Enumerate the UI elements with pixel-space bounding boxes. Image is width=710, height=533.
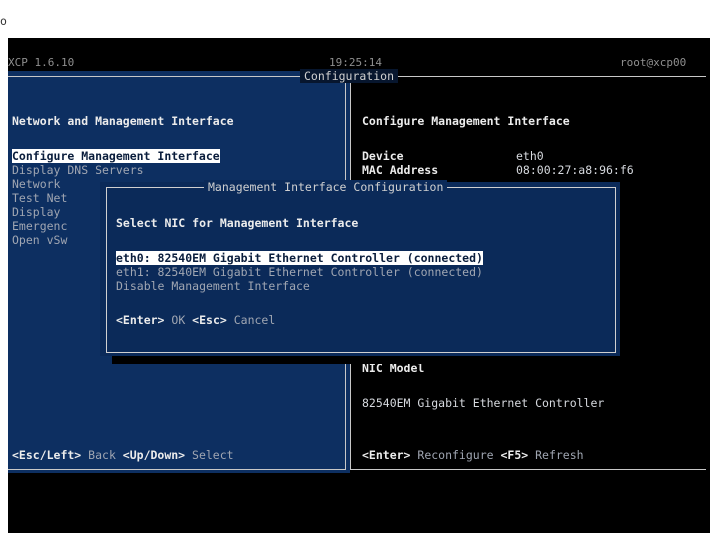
header-app-version: XCP 1.6.10 (8, 56, 75, 69)
hint-reconfigure: Reconfigure (410, 448, 501, 462)
key-esc-cancel[interactable]: <Esc> (192, 313, 227, 327)
stray-marker: o (0, 14, 7, 28)
menu-item-configure-management-interface[interactable]: Configure Management Interface (12, 149, 220, 163)
dialog-heading: Select NIC for Management Interface (116, 216, 359, 230)
key-esc-left: <Esc/Left> (12, 448, 82, 462)
key-up-down: <Up/Down> (122, 448, 186, 462)
option-disable-management-interface[interactable]: Disable Management Interface (116, 279, 310, 293)
right-footer-hints: <Enter> Reconfigure <F5> Refresh (362, 448, 584, 462)
console-screen: XCP 1.6.10 19:25:14 root@xcp00 Configura… (8, 38, 710, 533)
dialog-title: Management Interface Configuration (204, 180, 448, 194)
key-enter-ok[interactable]: <Enter> (116, 313, 164, 327)
menu-item-test-network[interactable]: Test Net (12, 191, 67, 205)
mac-address-value: 08:00:27:a8:96:f6 (516, 163, 634, 177)
header-user: root@xcp00 (620, 56, 687, 69)
hint-select: Select (185, 448, 234, 462)
configuration-title: Configuration (300, 69, 399, 83)
hint-ok: OK (164, 313, 193, 327)
menu-item-display[interactable]: Display (12, 205, 60, 219)
menu-item-emergency[interactable]: Emergenc (12, 219, 67, 233)
dialog-shadow (112, 356, 632, 364)
header-clock: 19:25:14 (329, 56, 382, 69)
hint-refresh: Refresh (528, 448, 584, 462)
device-label: Device (362, 149, 404, 163)
key-f5: <F5> (500, 448, 529, 462)
left-panel-title: Network and Management Interface (12, 114, 234, 128)
device-value: eth0 (516, 149, 544, 163)
left-footer-hints: <Esc/Left> Back <Up/Down> Select (12, 448, 234, 462)
key-enter: <Enter> (362, 448, 411, 462)
menu-item-display-dns-servers[interactable]: Display DNS Servers (12, 163, 144, 177)
hint-back: Back (81, 448, 123, 462)
hint-cancel: Cancel (226, 313, 276, 327)
mac-address-label: MAC Address (362, 163, 439, 177)
nic-model-value: 82540EM Gigabit Ethernet Controller (362, 396, 605, 410)
dialog-footer-hints: <Enter> OK <Esc> Cancel (116, 313, 275, 327)
menu-item-open-vswitch[interactable]: Open vSw (12, 233, 67, 247)
nic-option-eth0[interactable]: eth0: 82540EM Gigabit Ethernet Controlle… (116, 251, 483, 265)
nic-option-eth1[interactable]: eth1: 82540EM Gigabit Ethernet Controlle… (116, 265, 483, 279)
right-panel-title: Configure Management Interface (362, 114, 570, 128)
menu-item-network[interactable]: Network (12, 177, 60, 191)
